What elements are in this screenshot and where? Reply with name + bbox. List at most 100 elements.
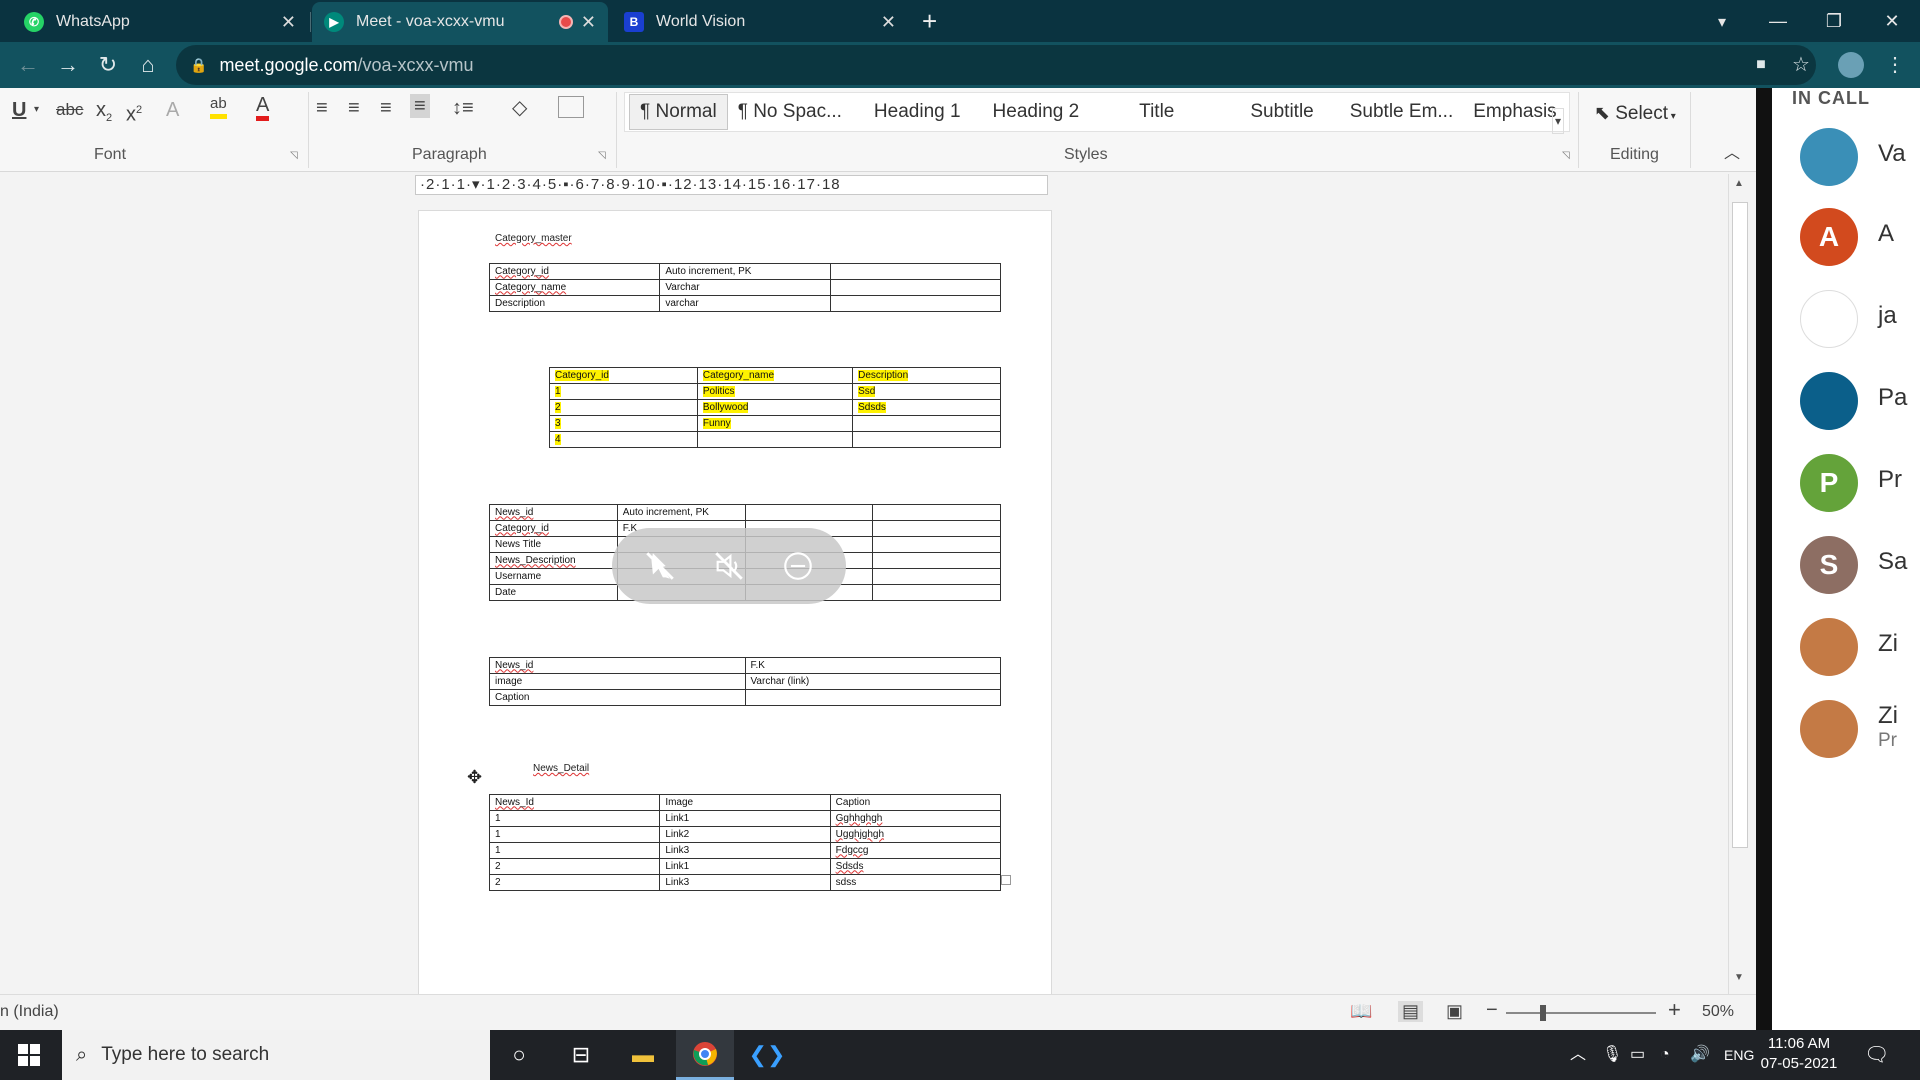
web-layout-icon[interactable]: ▣ <box>1446 1001 1463 1022</box>
select-button[interactable]: ⬉ Select ▾ <box>1594 102 1676 125</box>
participant-name[interactable]: ja <box>1878 302 1897 330</box>
table-cell[interactable]: 1 <box>488 842 661 859</box>
table-cell[interactable]: Sdsds <box>852 399 1001 416</box>
table-cell[interactable] <box>872 520 1001 537</box>
style-title[interactable]: Title <box>1129 101 1184 123</box>
borders-icon[interactable] <box>558 96 584 118</box>
restore-icon[interactable]: ❐ <box>1814 4 1854 38</box>
chrome-icon[interactable] <box>676 1030 734 1080</box>
table-cell[interactable]: News_Description <box>489 552 618 569</box>
taskbar-search-box[interactable]: ⌕ Type here to search <box>62 1030 490 1080</box>
participant-name[interactable]: Va <box>1878 140 1906 168</box>
show-hidden-icons[interactable]: ︿ <box>1570 1030 1586 1080</box>
table-cell[interactable]: Link3 <box>659 842 831 859</box>
table-move-handle-icon[interactable]: ✥ <box>467 767 482 788</box>
table-cell[interactable]: F.K <box>744 657 1001 674</box>
line-spacing-icon[interactable]: ↕≡ <box>452 96 474 120</box>
zoom-in-icon[interactable]: + <box>1668 997 1681 1023</box>
table-cell[interactable]: Varchar <box>659 279 831 296</box>
table-cell[interactable]: Funny <box>696 415 854 432</box>
table-cell[interactable]: 1 <box>488 826 661 843</box>
participant-avatar[interactable]: P <box>1800 454 1858 512</box>
table-cell[interactable]: Link1 <box>659 858 831 875</box>
table-cell[interactable]: 1 <box>549 383 698 400</box>
table-category-data[interactable]: Category_id Category_name Description 1 Poli… <box>549 367 1001 448</box>
microphone-icon[interactable]: 🎙 <box>1602 1030 1622 1080</box>
table-cell[interactable] <box>829 279 1002 296</box>
scroll-down-icon[interactable]: ▼ <box>1734 972 1744 983</box>
table-news-detail[interactable]: News_Id Image Caption 1 Link1 Gghhghgh 1 Link2 U… <box>488 794 1002 891</box>
collapse-ribbon-icon[interactable]: ︿ <box>1724 142 1740 166</box>
style-normal[interactable]: ¶ Normal <box>629 94 728 130</box>
participant-avatar[interactable] <box>1800 700 1858 758</box>
participant-avatar[interactable] <box>1800 372 1858 430</box>
participant-avatar[interactable]: A <box>1800 208 1858 266</box>
style-heading-2[interactable]: Heading 2 <box>983 101 1090 123</box>
table-cell[interactable]: sdss <box>829 874 1002 891</box>
table-cell[interactable]: varchar <box>659 295 831 312</box>
close-icon[interactable]: ✕ <box>581 12 596 33</box>
wifi-icon[interactable]: ◔ <box>1660 1030 1670 1080</box>
font-color-icon[interactable]: A <box>256 94 270 121</box>
table-cell[interactable]: 1 <box>488 810 661 827</box>
table-news-image[interactable]: News_id F.K image Varchar (link) Caption <box>489 657 1001 706</box>
table-cell[interactable]: Image <box>659 794 831 811</box>
table-cell[interactable]: Category_name <box>488 279 661 296</box>
participant-name[interactable]: A <box>1878 220 1894 248</box>
mic-off-icon[interactable] <box>640 546 680 586</box>
table-cell[interactable]: image <box>489 673 746 690</box>
windows-start-icon[interactable] <box>0 1030 58 1080</box>
table-cell[interactable]: Description <box>852 367 1001 384</box>
participant-avatar[interactable] <box>1800 128 1858 186</box>
table-cell[interactable]: Link3 <box>659 874 831 891</box>
participant-avatar[interactable]: S <box>1800 536 1858 594</box>
speaker-off-icon[interactable] <box>709 546 749 586</box>
new-tab-icon[interactable]: + <box>922 6 937 36</box>
table-cell[interactable] <box>829 263 1002 280</box>
table-cell[interactable] <box>852 431 1001 448</box>
participant-name[interactable]: Zi <box>1878 702 1898 730</box>
participant-avatar[interactable] <box>1800 290 1858 348</box>
align-left-icon[interactable]: ≡ <box>316 96 328 120</box>
reload-icon[interactable]: ↻ <box>88 42 128 88</box>
styles-dialog-launcher-icon[interactable]: ◹ <box>1562 150 1570 161</box>
remove-icon[interactable] <box>778 546 818 586</box>
table-cell[interactable]: Auto increment, PK <box>616 504 746 521</box>
shading-icon[interactable]: ◇ <box>512 96 527 120</box>
table-cell[interactable] <box>872 552 1001 569</box>
horizontal-ruler[interactable]: ·2·1·1·▾·1·2·3·4·5·▪·6·7·8·9·10·▪·12·13·… <box>415 175 1048 195</box>
align-right-icon[interactable]: ≡ <box>380 96 392 120</box>
scroll-thumb[interactable] <box>1732 202 1748 848</box>
table-cell[interactable] <box>744 689 1001 706</box>
close-icon[interactable]: ✕ <box>281 12 296 33</box>
participant-name[interactable]: Pa <box>1878 384 1907 412</box>
styles-more-icon[interactable]: ▾ <box>1552 108 1565 134</box>
table-cell[interactable]: Varchar (link) <box>744 673 1001 690</box>
table-cell[interactable]: News_id <box>489 504 618 521</box>
table-cell[interactable]: Category_name <box>696 367 854 384</box>
read-mode-icon[interactable]: 📖 <box>1350 1001 1372 1022</box>
profile-avatar[interactable] <box>1838 52 1864 78</box>
table-cell[interactable]: Link2 <box>659 826 831 843</box>
zoom-level[interactable]: 50% <box>1702 1003 1734 1021</box>
subscript-icon[interactable]: x2 <box>96 98 112 130</box>
table-cell[interactable]: Ugghjghgh <box>829 826 1002 843</box>
table-cell[interactable]: Gghhghgh <box>829 810 1002 827</box>
table-cell[interactable] <box>852 415 1001 432</box>
close-icon[interactable]: ✕ <box>881 12 896 33</box>
system-clock[interactable]: 11:06 AM 07-05-2021 <box>1754 1034 1844 1074</box>
participant-name[interactable]: Sa <box>1878 548 1907 576</box>
style-heading-1[interactable]: Heading 1 <box>864 101 971 123</box>
table-cell[interactable]: Caption <box>489 689 746 706</box>
table-cell[interactable]: News_id <box>489 657 746 674</box>
table-cell[interactable] <box>829 295 1002 312</box>
superscript-icon[interactable]: x2 <box>126 98 142 127</box>
table-cell[interactable] <box>872 504 1001 521</box>
table-resize-handle[interactable] <box>1001 875 1011 885</box>
participant-name[interactable]: Zi <box>1878 630 1898 658</box>
document-page[interactable]: Category_master Category_id Auto incremen… <box>418 210 1052 1006</box>
table-cell[interactable]: 3 <box>549 415 698 432</box>
font-dialog-launcher-icon[interactable]: ◹ <box>290 150 298 161</box>
dropdown-icon[interactable]: ▾ <box>34 98 39 122</box>
table-cell[interactable]: Caption <box>829 794 1002 811</box>
